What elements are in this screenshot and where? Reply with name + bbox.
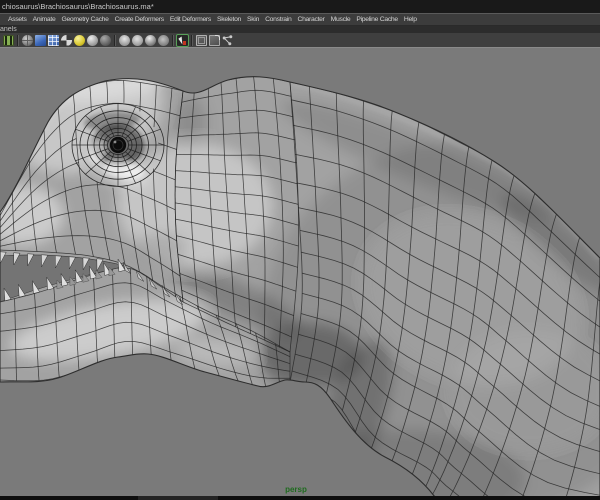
smooth-shade-mode-icon[interactable] bbox=[35, 34, 46, 46]
toolbar-separator bbox=[114, 34, 116, 46]
maya-window: chiosaurus\Brachiosaurus\Brachiosaurus.m… bbox=[0, 0, 600, 500]
panels-menu-clipped[interactable]: anels bbox=[0, 26, 600, 33]
no-lights-icon[interactable] bbox=[100, 34, 111, 46]
menu-item-constrain[interactable]: Constrain bbox=[265, 16, 292, 23]
lighting-soft-icon[interactable] bbox=[132, 34, 143, 46]
brachiosaurus-mesh-canvas bbox=[0, 48, 600, 496]
textured-mode-icon[interactable] bbox=[61, 34, 72, 46]
window-titlebar[interactable]: chiosaurus\Brachiosaurus\Brachiosaurus.m… bbox=[0, 0, 600, 13]
viewport-toolbar bbox=[0, 33, 600, 47]
wireframe-on-shaded-icon[interactable] bbox=[48, 34, 59, 46]
shadows-icon[interactable] bbox=[145, 34, 156, 46]
menu-item-skeleton[interactable]: Skeleton bbox=[217, 16, 241, 23]
window-title-text: chiosaurus\Brachiosaurus\Brachiosaurus.m… bbox=[2, 2, 154, 11]
share-nodes-icon[interactable] bbox=[222, 34, 233, 46]
camera-label[interactable]: persp bbox=[266, 485, 326, 494]
menu-item-pipeline-cache[interactable]: Pipeline Cache bbox=[356, 16, 398, 23]
toolbar-separator bbox=[191, 34, 193, 46]
timeline-edge-segment bbox=[138, 496, 218, 500]
select-highlight-icon[interactable] bbox=[177, 34, 188, 46]
scene-cube-icon[interactable] bbox=[196, 34, 207, 46]
toolbar-separator bbox=[172, 34, 174, 46]
menu-item-create-deformers[interactable]: Create Deformers bbox=[115, 16, 165, 23]
menu-item-animate[interactable]: Animate bbox=[33, 16, 56, 23]
occlusion-icon[interactable] bbox=[158, 34, 169, 46]
menu-item-geometry-cache[interactable]: Geometry Cache bbox=[61, 16, 108, 23]
lighting-flat-icon[interactable] bbox=[119, 34, 130, 46]
menu-item-character[interactable]: Character bbox=[297, 16, 324, 23]
cache-playback-icon[interactable] bbox=[209, 34, 220, 46]
panel-layout-icon[interactable] bbox=[3, 34, 14, 46]
timeline-edge bbox=[0, 496, 600, 500]
menu-bar: Assets Animate Geometry Cache Create Def… bbox=[0, 13, 600, 26]
toolbar-separator bbox=[17, 34, 19, 46]
menu-item-edit-deformers[interactable]: Edit Deformers bbox=[170, 16, 211, 23]
wireframe-mode-icon[interactable] bbox=[22, 34, 33, 46]
default-lighting-icon[interactable] bbox=[74, 34, 85, 46]
panel-menu-strip: anels bbox=[0, 26, 600, 33]
menu-item-skin[interactable]: Skin bbox=[247, 16, 259, 23]
all-lights-icon[interactable] bbox=[87, 34, 98, 46]
menu-item-assets[interactable]: Assets bbox=[8, 16, 27, 23]
menu-item-help[interactable]: Help bbox=[404, 16, 417, 23]
menu-item-muscle[interactable]: Muscle bbox=[331, 16, 351, 23]
perspective-viewport[interactable]: persp bbox=[0, 48, 600, 496]
